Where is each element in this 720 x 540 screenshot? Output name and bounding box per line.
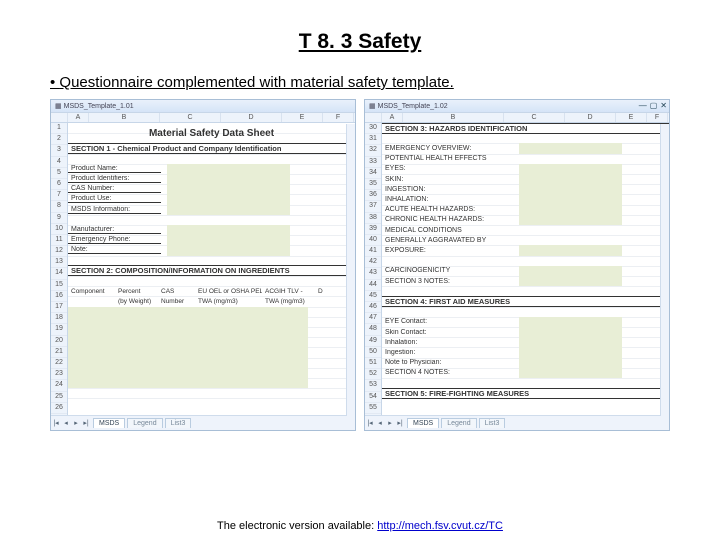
column-headers: ABCDEF [365, 112, 669, 123]
minimize-icon[interactable]: — [639, 101, 647, 110]
row-numbers: 1234567891011121314151617181920212223242… [51, 123, 68, 415]
sheet-tab-bar: |◂ ◂ ▸ ▸| MSDS Legend List3 [51, 415, 355, 430]
tab-nav-first[interactable]: |◂ [51, 419, 61, 427]
tab-nav-prev[interactable]: ◂ [61, 419, 71, 427]
sheet-tab-legend[interactable]: Legend [127, 418, 162, 428]
column-headers: ABCDEF [51, 112, 355, 123]
right-excel-window: ▦ MSDS_Template_1.02 — ▢ ✕ ABCDEF 303132… [364, 99, 670, 431]
sheet-tab-msds[interactable]: MSDS [407, 418, 439, 428]
vertical-scrollbar[interactable] [660, 124, 669, 416]
sheet-tab-msds[interactable]: MSDS [93, 418, 125, 428]
maximize-icon[interactable]: ▢ [650, 101, 658, 110]
close-icon[interactable]: ✕ [660, 101, 667, 110]
cells-area: Material Safety Data SheetSECTION 1 - Ch… [68, 123, 355, 415]
tab-nav-last[interactable]: ▸| [395, 419, 405, 427]
sheet-tab-legend[interactable]: Legend [441, 418, 476, 428]
file-name: MSDS_Template_1.02 [378, 103, 448, 110]
sheet-tab-bar: |◂ ◂ ▸ ▸| MSDS Legend List3 [365, 415, 669, 430]
bullet-text: Questionnaire complemented with material… [50, 74, 670, 91]
row-numbers: 3031323334353637383940414243444546474849… [365, 123, 382, 415]
tab-nav-first[interactable]: |◂ [365, 419, 375, 427]
tab-nav-next[interactable]: ▸ [71, 419, 81, 427]
window-titlebar: ▦ MSDS_Template_1.02 — ▢ ✕ [365, 100, 669, 112]
excel-icon: ▦ [369, 102, 376, 110]
slide-title: T 8. 3 Safety [50, 30, 670, 54]
cells-area: SECTION 3: HAZARDS IDENTIFICATIONEMERGEN… [382, 123, 669, 415]
sheet-tab-list3[interactable]: List3 [165, 418, 192, 428]
tab-nav-next[interactable]: ▸ [385, 419, 395, 427]
tab-nav-last[interactable]: ▸| [81, 419, 91, 427]
window-titlebar: ▦ MSDS_Template_1.01 [51, 100, 355, 112]
left-excel-window: ▦ MSDS_Template_1.01 ABCDEF 123456789101… [50, 99, 356, 431]
excel-icon: ▦ [55, 102, 62, 110]
footer-link[interactable]: http://mech.fsv.cvut.cz/TC [377, 520, 503, 532]
file-name: MSDS_Template_1.01 [64, 103, 134, 110]
sheet-tab-list3[interactable]: List3 [479, 418, 506, 428]
vertical-scrollbar[interactable] [346, 124, 355, 416]
footer-text: The electronic version available: http:/… [0, 520, 720, 532]
tab-nav-prev[interactable]: ◂ [375, 419, 385, 427]
